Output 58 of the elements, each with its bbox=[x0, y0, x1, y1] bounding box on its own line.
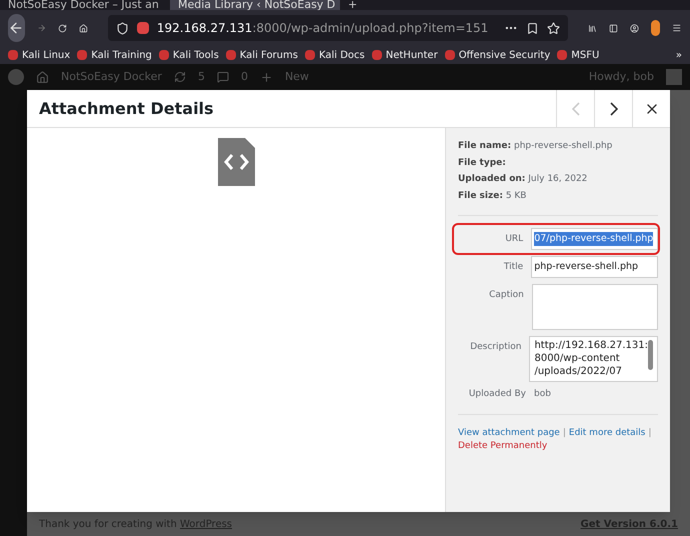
bookmark-link[interactable]: Kali Tools bbox=[172, 48, 219, 62]
field-label: Title bbox=[502, 261, 524, 274]
bookmark-link[interactable]: Kali Linux bbox=[22, 48, 70, 62]
link-separator: | bbox=[562, 428, 566, 438]
avatar-icon bbox=[666, 69, 682, 85]
bookmark-link[interactable]: Kali Docs bbox=[318, 48, 365, 62]
file-info-text: File size: 5 KB bbox=[458, 190, 528, 202]
file-info-text: File name: php-reverse-shell.php bbox=[458, 140, 614, 153]
file-info-text: Uploaded on: July 16, 2022 bbox=[458, 173, 588, 186]
shield-icon bbox=[116, 22, 129, 34]
back-button[interactable] bbox=[8, 14, 25, 42]
scrollbar-thumb[interactable] bbox=[648, 340, 653, 370]
chevron-left-icon bbox=[572, 102, 580, 116]
bookmark-favicon-icon bbox=[557, 50, 568, 60]
action-link[interactable]: Edit more details bbox=[568, 428, 646, 438]
bookmark-link[interactable]: Kali Training bbox=[91, 48, 152, 62]
modal-title: Attachment Details bbox=[39, 98, 215, 120]
bookmark-favicon-icon bbox=[77, 50, 88, 60]
pocket-icon[interactable] bbox=[526, 22, 540, 34]
plus-icon[interactable] bbox=[260, 70, 273, 84]
browser-tab[interactable]: Media Library ‹ NotSoEasy D bbox=[170, 0, 340, 10]
description-field[interactable]: http://192.168.27.131: 8000/wp-content /uploads/2022/07 bbox=[529, 336, 658, 382]
file-info-text: File type: bbox=[458, 156, 507, 170]
field-label: Uploaded By bbox=[468, 388, 526, 401]
bookmark-link[interactable]: Kali Forums bbox=[240, 48, 298, 62]
field-label: URL bbox=[504, 233, 524, 246]
new-tab-button[interactable]: + bbox=[340, 0, 366, 10]
url-text: 192.168.27.131:8000/wp-admin/upload.php?item=151 bbox=[156, 20, 488, 37]
field-label: Description bbox=[469, 341, 522, 354]
bookmark-favicon-icon bbox=[226, 50, 236, 60]
link-separator: | bbox=[648, 428, 652, 438]
comments-icon[interactable] bbox=[216, 71, 229, 83]
chevron-right-icon bbox=[610, 102, 618, 116]
bookmark-favicon-icon bbox=[372, 50, 382, 60]
updates-icon[interactable] bbox=[174, 71, 186, 83]
updates-count: 5 bbox=[198, 68, 205, 85]
address-bar[interactable]: 192.168.27.131:8000/wp-admin/upload.php?item=151 bbox=[108, 15, 568, 41]
uploaded-by-text: bob bbox=[534, 388, 551, 401]
bookmark-link[interactable]: NetHunter bbox=[386, 48, 438, 62]
star-icon[interactable] bbox=[547, 22, 560, 34]
extension-icon[interactable] bbox=[650, 20, 660, 36]
bookmark-favicon-icon bbox=[8, 50, 18, 60]
action-link[interactable]: Delete Permanently bbox=[458, 440, 548, 450]
comments-count: 0 bbox=[240, 68, 248, 85]
more-bookmarks-button[interactable]: » bbox=[676, 48, 682, 62]
caption-field[interactable] bbox=[532, 284, 658, 330]
url-field[interactable]: 07/php-reverse-shell.php bbox=[531, 228, 658, 250]
browser-tab[interactable]: NotSoEasy Docker – Just an bbox=[0, 0, 170, 10]
bookmark-favicon-icon bbox=[444, 50, 455, 60]
action-link[interactable]: View attachment page bbox=[458, 428, 560, 438]
bookmark-link[interactable]: Offensive Security bbox=[458, 48, 550, 62]
bookmark-favicon-icon bbox=[158, 50, 169, 60]
title-field[interactable]: php-reverse-shell.php bbox=[531, 256, 658, 278]
field-label: Caption bbox=[488, 289, 524, 302]
bookmark-link[interactable]: MSFU bbox=[571, 48, 600, 62]
code-file-icon bbox=[218, 138, 254, 186]
bookmark-favicon-icon bbox=[304, 50, 315, 60]
insecure-lock-icon bbox=[136, 22, 149, 34]
